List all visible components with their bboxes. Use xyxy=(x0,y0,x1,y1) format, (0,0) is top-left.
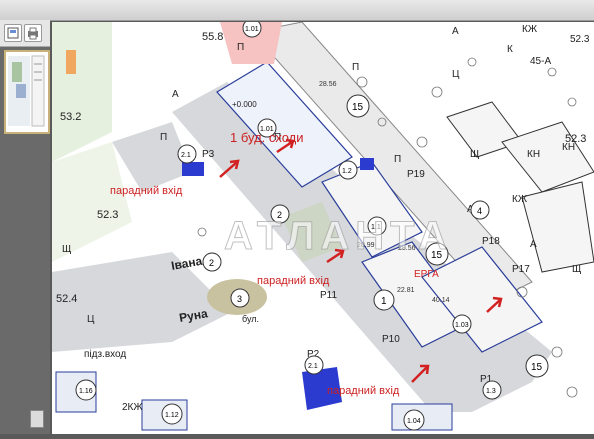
svg-text:КЖ: КЖ xyxy=(512,194,528,205)
thumbnail-view-icon[interactable] xyxy=(4,24,22,42)
svg-text:40.14: 40.14 xyxy=(432,297,450,304)
svg-text:2: 2 xyxy=(277,210,282,220)
svg-text:1.1: 1.1 xyxy=(371,224,381,231)
svg-text:45-А: 45-А xyxy=(530,56,551,67)
svg-text:Р18: Р18 xyxy=(482,236,500,247)
svg-text:2.1: 2.1 xyxy=(181,152,191,159)
print-icon[interactable] xyxy=(24,24,42,42)
svg-text:П: П xyxy=(237,42,244,53)
svg-text:2.1: 2.1 xyxy=(308,363,318,370)
svg-text:1.16: 1.16 xyxy=(79,388,93,395)
svg-text:А: А xyxy=(452,26,459,37)
svg-text:ЕРГА: ЕРГА xyxy=(414,269,439,280)
svg-text:К: К xyxy=(507,44,513,55)
svg-text:П: П xyxy=(160,132,167,143)
svg-text:1.04: 1.04 xyxy=(407,418,421,425)
svg-text:52.3: 52.3 xyxy=(570,34,590,45)
viewer-top-bar xyxy=(0,0,594,21)
page-thumbnail[interactable] xyxy=(4,50,50,134)
svg-text:1 буд. сходи: 1 буд. сходи xyxy=(230,130,304,145)
parking-block-3 xyxy=(360,158,374,170)
svg-text:парадний вхід: парадний вхід xyxy=(110,185,183,197)
svg-text:бул.: бул. xyxy=(242,314,259,324)
svg-text:55.8: 55.8 xyxy=(202,31,223,43)
svg-text:2КЖ: 2КЖ xyxy=(122,402,143,413)
sidebar-toolbar xyxy=(0,20,50,47)
svg-text:52.4: 52.4 xyxy=(56,293,77,305)
svg-text:Р10: Р10 xyxy=(382,334,400,345)
svg-text:парадний вхід: парадний вхід xyxy=(257,275,330,287)
svg-text:15: 15 xyxy=(531,362,543,373)
svg-text:Р11: Р11 xyxy=(320,290,337,301)
svg-text:+0.000: +0.000 xyxy=(232,100,257,109)
svg-text:А: А xyxy=(530,239,537,250)
svg-text:А: А xyxy=(172,89,179,100)
svg-text:1: 1 xyxy=(381,296,387,307)
svg-text:22.81: 22.81 xyxy=(397,287,415,294)
svg-text:15: 15 xyxy=(352,102,364,113)
svg-text:П: П xyxy=(352,62,359,73)
svg-text:15: 15 xyxy=(431,250,443,261)
svg-text:Р17: Р17 xyxy=(512,264,530,275)
orange-parcel xyxy=(66,50,76,74)
svg-text:1.01: 1.01 xyxy=(245,26,259,33)
svg-text:Щ: Щ xyxy=(62,244,71,255)
svg-text:Р19: Р19 xyxy=(407,169,425,180)
svg-text:28.56: 28.56 xyxy=(398,245,416,252)
svg-text:Щ: Щ xyxy=(572,264,581,275)
svg-text:3: 3 xyxy=(237,294,242,304)
svg-text:Ц: Ц xyxy=(87,314,95,325)
svg-text:28.56: 28.56 xyxy=(319,81,337,88)
svg-text:28.99: 28.99 xyxy=(357,242,375,249)
site-plan-drawing: П П П П П А А А А Ц Ц Щ Щ Щ КН КН КЖ КЖ … xyxy=(52,18,594,434)
site-plan-map: П П П П П А А А А Ц Ц Щ Щ Щ КН КН КЖ КЖ … xyxy=(52,18,594,434)
svg-text:КЖ: КЖ xyxy=(522,24,538,35)
svg-text:П: П xyxy=(394,154,401,165)
svg-text:1.12: 1.12 xyxy=(165,412,179,419)
svg-text:парадний вхід: парадний вхід xyxy=(327,385,400,397)
parking-block-1 xyxy=(182,162,204,176)
svg-text:1.03: 1.03 xyxy=(455,322,469,329)
svg-text:4: 4 xyxy=(477,206,482,216)
svg-text:1.3: 1.3 xyxy=(486,388,496,395)
svg-text:підз.вход: підз.вход xyxy=(84,349,126,360)
svg-text:Ц: Ц xyxy=(452,69,460,80)
svg-text:53.2: 53.2 xyxy=(60,111,81,123)
svg-text:Р3: Р3 xyxy=(202,149,215,160)
svg-text:Щ: Щ xyxy=(470,149,479,160)
svg-text:КН: КН xyxy=(527,149,540,160)
document-icon xyxy=(30,410,44,428)
svg-text:52.3: 52.3 xyxy=(97,209,118,221)
svg-text:52.3: 52.3 xyxy=(565,133,586,145)
svg-text:1.2: 1.2 xyxy=(342,168,352,175)
svg-text:2: 2 xyxy=(209,258,214,268)
